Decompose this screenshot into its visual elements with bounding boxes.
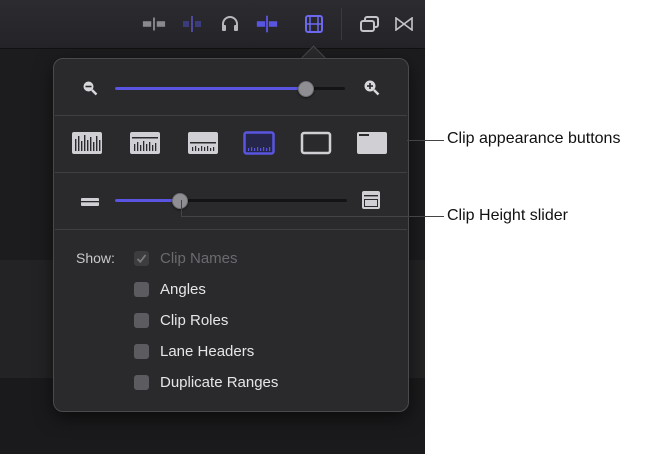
duplicate-ranges-label: Duplicate Ranges	[160, 373, 279, 391]
angles-label: Angles	[160, 280, 206, 298]
callout-clip-height: Clip Height slider	[447, 207, 568, 224]
timeline-index-icon[interactable]	[358, 14, 382, 34]
zoom-slider-knob[interactable]	[298, 81, 314, 97]
angles-checkbox[interactable]	[134, 281, 149, 297]
clip-names-checkbox[interactable]	[134, 250, 149, 266]
angles-checkbox-row[interactable]: Angles	[134, 279, 206, 299]
clip-appearance-icon[interactable]	[302, 14, 326, 34]
toolbar-divider	[341, 8, 342, 40]
clip-roles-checkbox-row[interactable]: Clip Roles	[134, 310, 228, 330]
callout-line-height	[181, 216, 444, 217]
callout-line-appearance	[407, 140, 444, 141]
timeline-toolbar	[0, 0, 425, 49]
lane-headers-checkbox-row[interactable]: Lane Headers	[134, 341, 254, 361]
clip-height-slider[interactable]	[115, 193, 347, 209]
blade-icon[interactable]	[142, 14, 166, 34]
callout-clip-appearance: Clip appearance buttons	[447, 130, 621, 147]
labels-only-icon[interactable]	[356, 131, 388, 155]
lane-headers-checkbox[interactable]	[134, 343, 149, 359]
clip-roles-label: Clip Roles	[160, 311, 229, 329]
show-label: Show:	[76, 250, 115, 266]
duplicate-ranges-checkbox-row[interactable]: Duplicate Ranges	[134, 372, 278, 392]
popover-divider	[55, 115, 407, 116]
zoom-slider-fill	[115, 87, 306, 90]
equal-waveform-icon[interactable]	[187, 131, 219, 155]
duplicate-ranges-checkbox[interactable]	[134, 374, 149, 390]
clip-height-slider-fill	[115, 199, 180, 202]
filmstrip-only-icon[interactable]	[300, 131, 332, 155]
clip-height-slider-knob[interactable]	[172, 193, 188, 209]
popover-divider	[55, 172, 407, 173]
transitions-icon[interactable]	[392, 14, 416, 34]
headphones-icon[interactable]	[218, 14, 242, 34]
clip-names-checkbox-row[interactable]: Clip Names	[134, 248, 238, 268]
small-waveform-icon[interactable]	[243, 131, 275, 155]
clip-roles-checkbox[interactable]	[134, 312, 149, 328]
callout-line-height-vertical	[181, 200, 182, 217]
large-waveform-icon[interactable]	[129, 131, 161, 155]
waveform-only-icon[interactable]	[71, 131, 103, 155]
tall-clip-icon[interactable]	[361, 190, 381, 215]
clip-names-label: Clip Names	[160, 249, 238, 267]
popover-divider	[55, 229, 407, 230]
snapping-icon[interactable]	[255, 14, 279, 34]
zoom-out-icon[interactable]	[82, 80, 98, 101]
clip-appearance-popover: Show: Clip Names Angles Clip Roles Lane …	[53, 58, 409, 412]
skimming-icon[interactable]	[180, 14, 204, 34]
lane-headers-label: Lane Headers	[160, 342, 255, 360]
zoom-in-icon[interactable]	[363, 79, 380, 101]
short-clip-icon[interactable]	[80, 195, 100, 213]
zoom-slider[interactable]	[115, 81, 345, 97]
